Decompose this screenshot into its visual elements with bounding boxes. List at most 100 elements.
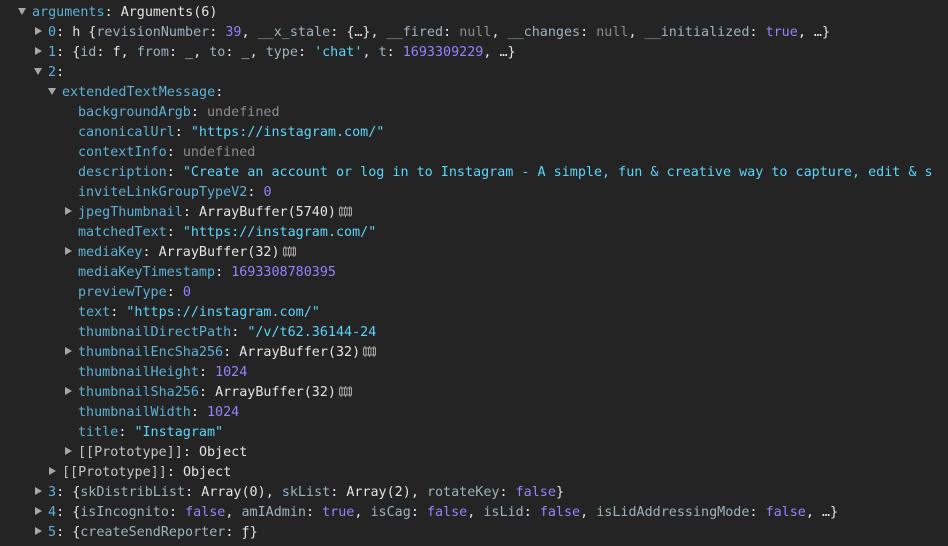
property-key: canonicalUrl (78, 125, 175, 140)
property-key: matchedText (78, 225, 167, 240)
property-key: backgroundArgb (78, 105, 191, 120)
property-key: contextInfo (78, 145, 167, 160)
tree-row-context-info[interactable]: contextInfo: undefined (0, 143, 948, 163)
preview-key: __initialized (644, 25, 750, 40)
tree-row-media-key[interactable]: mediaKey: ArrayBuffer(32) (0, 243, 948, 263)
punct-colon: : (443, 25, 460, 40)
triangle-right-icon[interactable] (65, 247, 72, 255)
preview-key: isLidAddressingMode (596, 505, 750, 520)
punct-colon: : (215, 85, 224, 100)
tree-row-thumbnail-width[interactable]: thumbnailWidth: 1024 (0, 403, 948, 423)
punct-colon: : (168, 505, 186, 520)
tree-row-extended-text-message[interactable]: extendedTextMessage: (0, 83, 948, 103)
index-key: 5 (48, 525, 57, 540)
preview-key: __fired (386, 25, 444, 40)
tree-row-item-5[interactable]: 5: {createSendReporter: ƒ} (0, 523, 948, 543)
preview-key: revisionNumber (96, 25, 210, 40)
tree-row-item-0[interactable]: 0: h {revisionNumber: 39, __x_stale: {…}… (0, 23, 948, 43)
tree-row-description[interactable]: description: "Create an account or log i… (0, 163, 948, 183)
memory-inspector-icon[interactable] (362, 345, 377, 357)
tree-row-ext-prototype[interactable]: [[Prototype]]: Object (0, 443, 948, 463)
preview-value: null (596, 25, 629, 40)
punct-colon: : (749, 25, 766, 40)
triangle-right-icon[interactable] (49, 467, 56, 475)
preview-value: 1693309229 (402, 45, 484, 60)
punct-close: } (249, 525, 258, 540)
property-key: thumbnailHeight (78, 365, 199, 380)
property-key: thumbnailEncSha256 (78, 345, 224, 360)
tree-row-media-key-timestamp[interactable]: mediaKeyTimestamp: 1693308780395 (0, 263, 948, 283)
memory-inspector-icon[interactable] (338, 205, 353, 217)
punct-colon: : (56, 65, 65, 80)
index-key: 2 (48, 65, 57, 80)
property-value: "https://instagram.com/" (182, 225, 377, 240)
triangle-right-icon[interactable] (65, 347, 72, 355)
tree-row-item-1[interactable]: 1: {id: f, from: _, to: _, type: 'chat',… (0, 43, 948, 63)
property-value: undefined (207, 105, 280, 120)
punct-colon: : (231, 325, 248, 340)
preview-value: _ (241, 45, 250, 60)
preview-value: {…} (346, 25, 371, 40)
tree-row-canonical-url[interactable]: canonicalUrl: "https://instagram.com/" (0, 123, 948, 143)
tree-row-item-2[interactable]: 2: (0, 63, 948, 83)
punct-comma: , (193, 45, 210, 60)
triangle-right-icon[interactable] (35, 27, 42, 35)
punct-colon: : (247, 185, 264, 200)
triangle-down-icon[interactable] (18, 7, 26, 15)
preview-value: false (185, 505, 226, 520)
property-value: "https://instagram.com/" (126, 305, 320, 320)
tree-row-thumbnail-enc-sha256[interactable]: thumbnailEncSha256: ArrayBuffer(32) (0, 343, 948, 363)
preview-key: amIAdmin (241, 505, 307, 520)
punct-colon: : (166, 465, 183, 480)
property-value: 1693308780395 (231, 265, 336, 280)
punct-comma: , (265, 485, 282, 500)
triangle-right-icon[interactable] (35, 507, 42, 515)
property-key: thumbnailSha256 (78, 385, 199, 400)
tree-row-matched-text[interactable]: matchedText: "https://instagram.com/" (0, 223, 948, 243)
preview-value: 'chat' (314, 45, 363, 60)
triangle-right-icon[interactable] (35, 487, 42, 495)
tree-row-item-3[interactable]: 3: {skDistribList: Array(0), skList: Arr… (0, 483, 948, 503)
prototype-key: [[Prototype]] (78, 445, 183, 460)
tree-row-item2-prototype[interactable]: [[Prototype]]: Object (0, 463, 948, 483)
preview-value: Array(2) (346, 485, 411, 500)
tree-row-thumbnail-height[interactable]: thumbnailHeight: 1024 (0, 363, 948, 383)
tree-row-thumbnail-sha256[interactable]: thumbnailSha256: ArrayBuffer(32) (0, 383, 948, 403)
punct-colon: : (198, 365, 216, 380)
punct-colon: : (182, 205, 199, 220)
tree-row-background-argb[interactable]: backgroundArgb: undefined (0, 103, 948, 123)
tree-row-item-4[interactable]: 4: {isIncognito: false, amIAdmin: true, … (0, 503, 948, 523)
punct-colon: : (499, 485, 516, 500)
memory-inspector-icon[interactable] (338, 385, 353, 397)
triangle-down-icon[interactable] (48, 87, 56, 95)
punct-colon: : (297, 45, 315, 60)
punct-comma: , (370, 25, 387, 40)
tree-row-preview-type[interactable]: previewType: 0 (0, 283, 948, 303)
triangle-right-icon[interactable] (65, 387, 72, 395)
property-value: "https://instagram.com/" (190, 125, 385, 140)
punct-colon: : (118, 425, 135, 440)
tree-row-title[interactable]: title: "Instagram" (0, 423, 948, 443)
preview-key: from (136, 45, 169, 60)
memory-inspector-icon[interactable] (282, 245, 297, 257)
tree-row-invite-link-group-type-v2[interactable]: inviteLinkGroupTypeV2: 0 (0, 183, 948, 203)
triangle-right-icon[interactable] (35, 527, 42, 535)
triangle-right-icon[interactable] (65, 447, 72, 455)
triangle-right-icon[interactable] (65, 207, 72, 215)
property-key: inviteLinkGroupTypeV2 (78, 185, 248, 200)
tree-row-thumbnail-direct-path[interactable]: thumbnailDirectPath: "/v/t62.36144-24 (0, 323, 948, 343)
property-key: description (78, 165, 167, 180)
triangle-down-icon[interactable] (34, 67, 42, 75)
property-value: "Create an account or log in to Instagra… (182, 165, 933, 180)
object-prefix: h { (72, 25, 97, 40)
punct-colon: : (56, 25, 73, 40)
punct-colon: : (225, 525, 242, 540)
punct-colon: : (330, 485, 347, 500)
tree-row-arguments[interactable]: arguments: Arguments(6) (0, 3, 948, 23)
triangle-right-icon[interactable] (35, 47, 42, 55)
tree-row-jpeg-thumbnail[interactable]: jpegThumbnail: ArrayBuffer(5740) (0, 203, 948, 223)
punct-colon: : (410, 505, 427, 520)
preview-value: false (539, 505, 581, 520)
punct-colon: : (166, 165, 183, 180)
tree-row-text[interactable]: text: "https://instagram.com/" (0, 303, 948, 323)
